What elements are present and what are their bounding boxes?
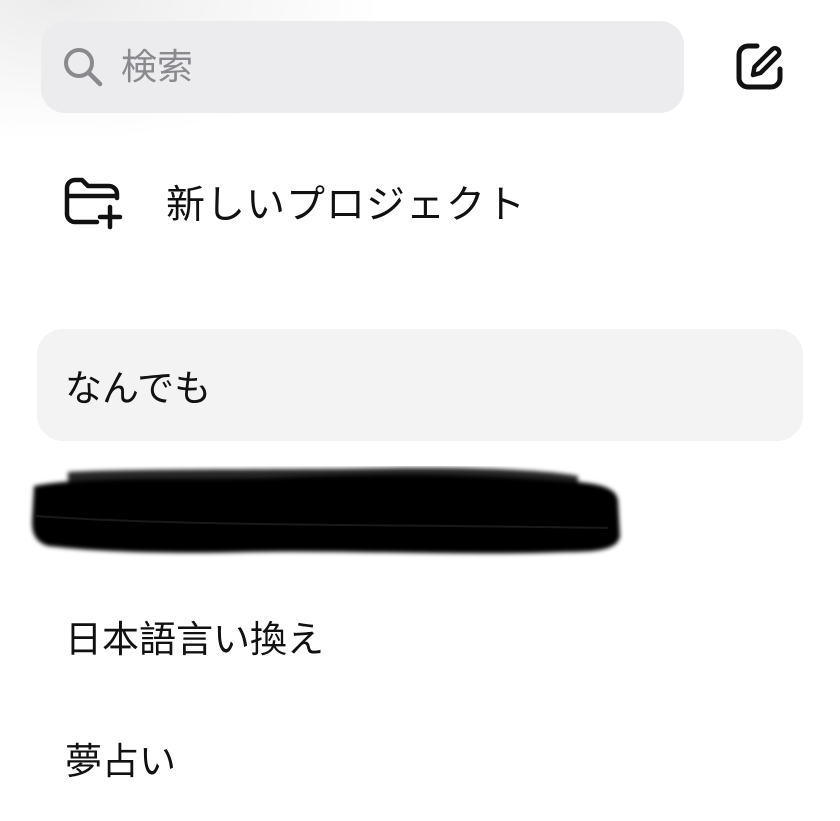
chat-title: なんでも xyxy=(65,367,212,410)
redacted-chat-item[interactable] xyxy=(28,466,624,558)
compose-button[interactable] xyxy=(728,36,792,100)
chat-item-selected[interactable]: なんでも xyxy=(37,329,803,441)
chat-title: 夢占い xyxy=(65,740,176,783)
search-bar[interactable] xyxy=(41,21,684,113)
folder-plus-icon xyxy=(60,170,124,234)
chat-item[interactable]: 日本語言い換え xyxy=(37,580,803,692)
search-input[interactable] xyxy=(121,37,641,97)
chat-title: 日本語言い換え xyxy=(65,618,324,661)
search-icon xyxy=(61,45,105,89)
compose-icon xyxy=(735,41,785,95)
new-project-button[interactable]: 新しいプロジェクト xyxy=(60,160,780,244)
new-project-label: 新しいプロジェクト xyxy=(166,183,527,228)
chat-item[interactable]: 夢占い xyxy=(37,702,803,814)
